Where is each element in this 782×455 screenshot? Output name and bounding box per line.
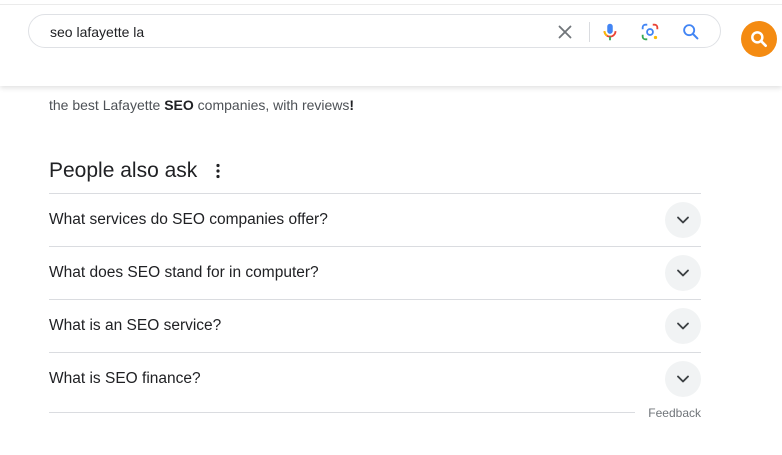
people-also-ask-title: People also ask xyxy=(49,159,198,182)
extension-search-button[interactable] xyxy=(741,21,777,57)
chevron-down-icon xyxy=(677,322,689,330)
search-icon xyxy=(751,31,767,48)
chevron-down-icon xyxy=(677,375,689,383)
chevron-down-icon xyxy=(677,216,689,224)
paa-question-item[interactable]: What services do SEO companies offer? xyxy=(49,193,701,246)
snippet-end: ! xyxy=(349,97,355,113)
people-also-ask-heading: People also ask xyxy=(49,157,225,185)
search-icon[interactable] xyxy=(680,21,702,43)
snippet-text-suffix: companies, with reviews xyxy=(193,97,350,113)
close-icon[interactable] xyxy=(554,21,576,43)
search-input[interactable]: seo lafayette la xyxy=(50,24,144,40)
header-top-divider xyxy=(0,4,782,5)
paa-question-item[interactable]: What is SEO finance? xyxy=(49,352,701,405)
feedback-row: Feedback xyxy=(49,404,701,422)
people-also-ask-list: What services do SEO companies offer? Wh… xyxy=(49,193,701,405)
paa-question-item[interactable]: What is an SEO service? xyxy=(49,299,701,352)
expand-button[interactable] xyxy=(665,308,701,344)
more-options-icon[interactable] xyxy=(211,161,225,181)
google-lens-icon[interactable] xyxy=(639,21,661,43)
paa-question-text[interactable]: What does SEO stand for in computer? xyxy=(49,263,319,283)
paa-question-text[interactable]: What is SEO finance? xyxy=(49,369,201,389)
search-results-page: the best Lafayette SEO companies, with r… xyxy=(0,0,782,455)
paa-question-text[interactable]: What is an SEO service? xyxy=(49,316,221,336)
paa-question-item[interactable]: What does SEO stand for in computer? xyxy=(49,246,701,299)
expand-button[interactable] xyxy=(665,202,701,238)
snippet-line: the best Lafayette SEO companies, with r… xyxy=(49,94,709,116)
search-header: seo lafayette la xyxy=(0,0,782,86)
feedback-divider xyxy=(49,412,635,413)
snippet-bold-term: SEO xyxy=(164,97,194,113)
chevron-down-icon xyxy=(677,269,689,277)
paa-question-text[interactable]: What services do SEO companies offer? xyxy=(49,210,328,230)
microphone-icon[interactable] xyxy=(599,21,621,43)
snippet-text: the best Lafayette xyxy=(49,97,165,113)
search-box[interactable]: seo lafayette la xyxy=(28,14,721,48)
expand-button[interactable] xyxy=(665,255,701,291)
search-box-divider xyxy=(589,22,590,42)
expand-button[interactable] xyxy=(665,361,701,397)
feedback-link[interactable]: Feedback xyxy=(648,405,701,421)
